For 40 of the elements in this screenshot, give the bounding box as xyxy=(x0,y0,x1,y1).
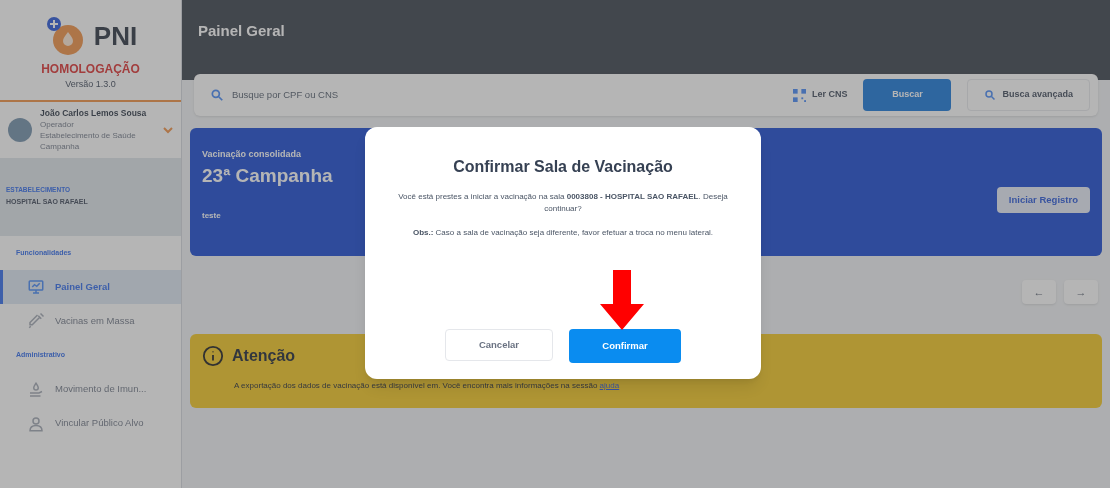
user-role: Operador xyxy=(40,118,75,130)
search-field[interactable]: Busque por CPF ou CNS xyxy=(232,87,769,103)
start-record-button[interactable]: Iniciar Registro xyxy=(996,187,1090,213)
avatar xyxy=(8,117,32,142)
info-icon xyxy=(202,345,224,367)
sidebar-item[interactable]: Movimento de Imun... xyxy=(0,372,181,407)
advanced-search-button[interactable]: Busca avançada xyxy=(967,79,1090,111)
qr-code-icon xyxy=(792,88,806,102)
version-label: Versão 1.3.0 xyxy=(65,78,116,91)
user-icon xyxy=(27,414,45,433)
page-title: Painel Geral xyxy=(198,20,285,41)
user-unit: Estabelecimento de Saúde Campanha xyxy=(40,129,137,152)
campaign-note: teste xyxy=(202,210,222,222)
down-arrow-icon xyxy=(600,270,644,330)
confirm-button[interactable]: Confirmar xyxy=(569,329,681,363)
campaign-label: Vacinação consolidada xyxy=(202,148,303,161)
campaign-title: 23ª Campanha xyxy=(202,163,333,188)
sidebar-item[interactable]: Painel Geral xyxy=(0,270,181,304)
search-icon xyxy=(210,88,224,102)
cancel-button[interactable]: Cancelar xyxy=(445,329,553,361)
drop-hand-icon xyxy=(27,380,45,399)
sidebar-item[interactable]: Vincular Público Alvo xyxy=(0,406,181,441)
dialog-title: Confirmar Sala de Vacinação xyxy=(453,157,673,177)
attention-text: A exportação dos dados de vacinação está disponível em. Você encontra mais informações na sessão ajuda xyxy=(234,380,620,392)
search-icon xyxy=(984,89,997,101)
dialog-message: Você está prestes a iniciar a vacinação na sala 0003808 - HOSPITAL SAO RAFAEL. Deseja continuar? xyxy=(397,191,729,215)
help-link[interactable]: ajuda xyxy=(599,381,620,390)
logo-text: PNI xyxy=(93,19,138,53)
read-cns-button[interactable]: Ler CNS xyxy=(784,79,856,111)
chevron-down-icon[interactable] xyxy=(163,125,173,134)
dialog-note: Obs.: Caso a sala de vacinação seja diferente, favor efetuar a troca no menu lateral. xyxy=(412,227,714,239)
monitor-icon xyxy=(27,278,45,296)
environment-label: HOMOLOGAÇÃO xyxy=(41,60,140,78)
sidebar-item[interactable]: Vacinas em Massa xyxy=(0,304,181,338)
search-button[interactable]: Buscar xyxy=(863,79,952,111)
user-name: João Carlos Lemos Sousa xyxy=(40,107,148,119)
pager-button[interactable]: ← xyxy=(1022,280,1056,304)
pager-button[interactable]: → xyxy=(1064,280,1098,304)
syringe-icon xyxy=(27,312,45,330)
attention-title: Atenção xyxy=(232,346,296,366)
